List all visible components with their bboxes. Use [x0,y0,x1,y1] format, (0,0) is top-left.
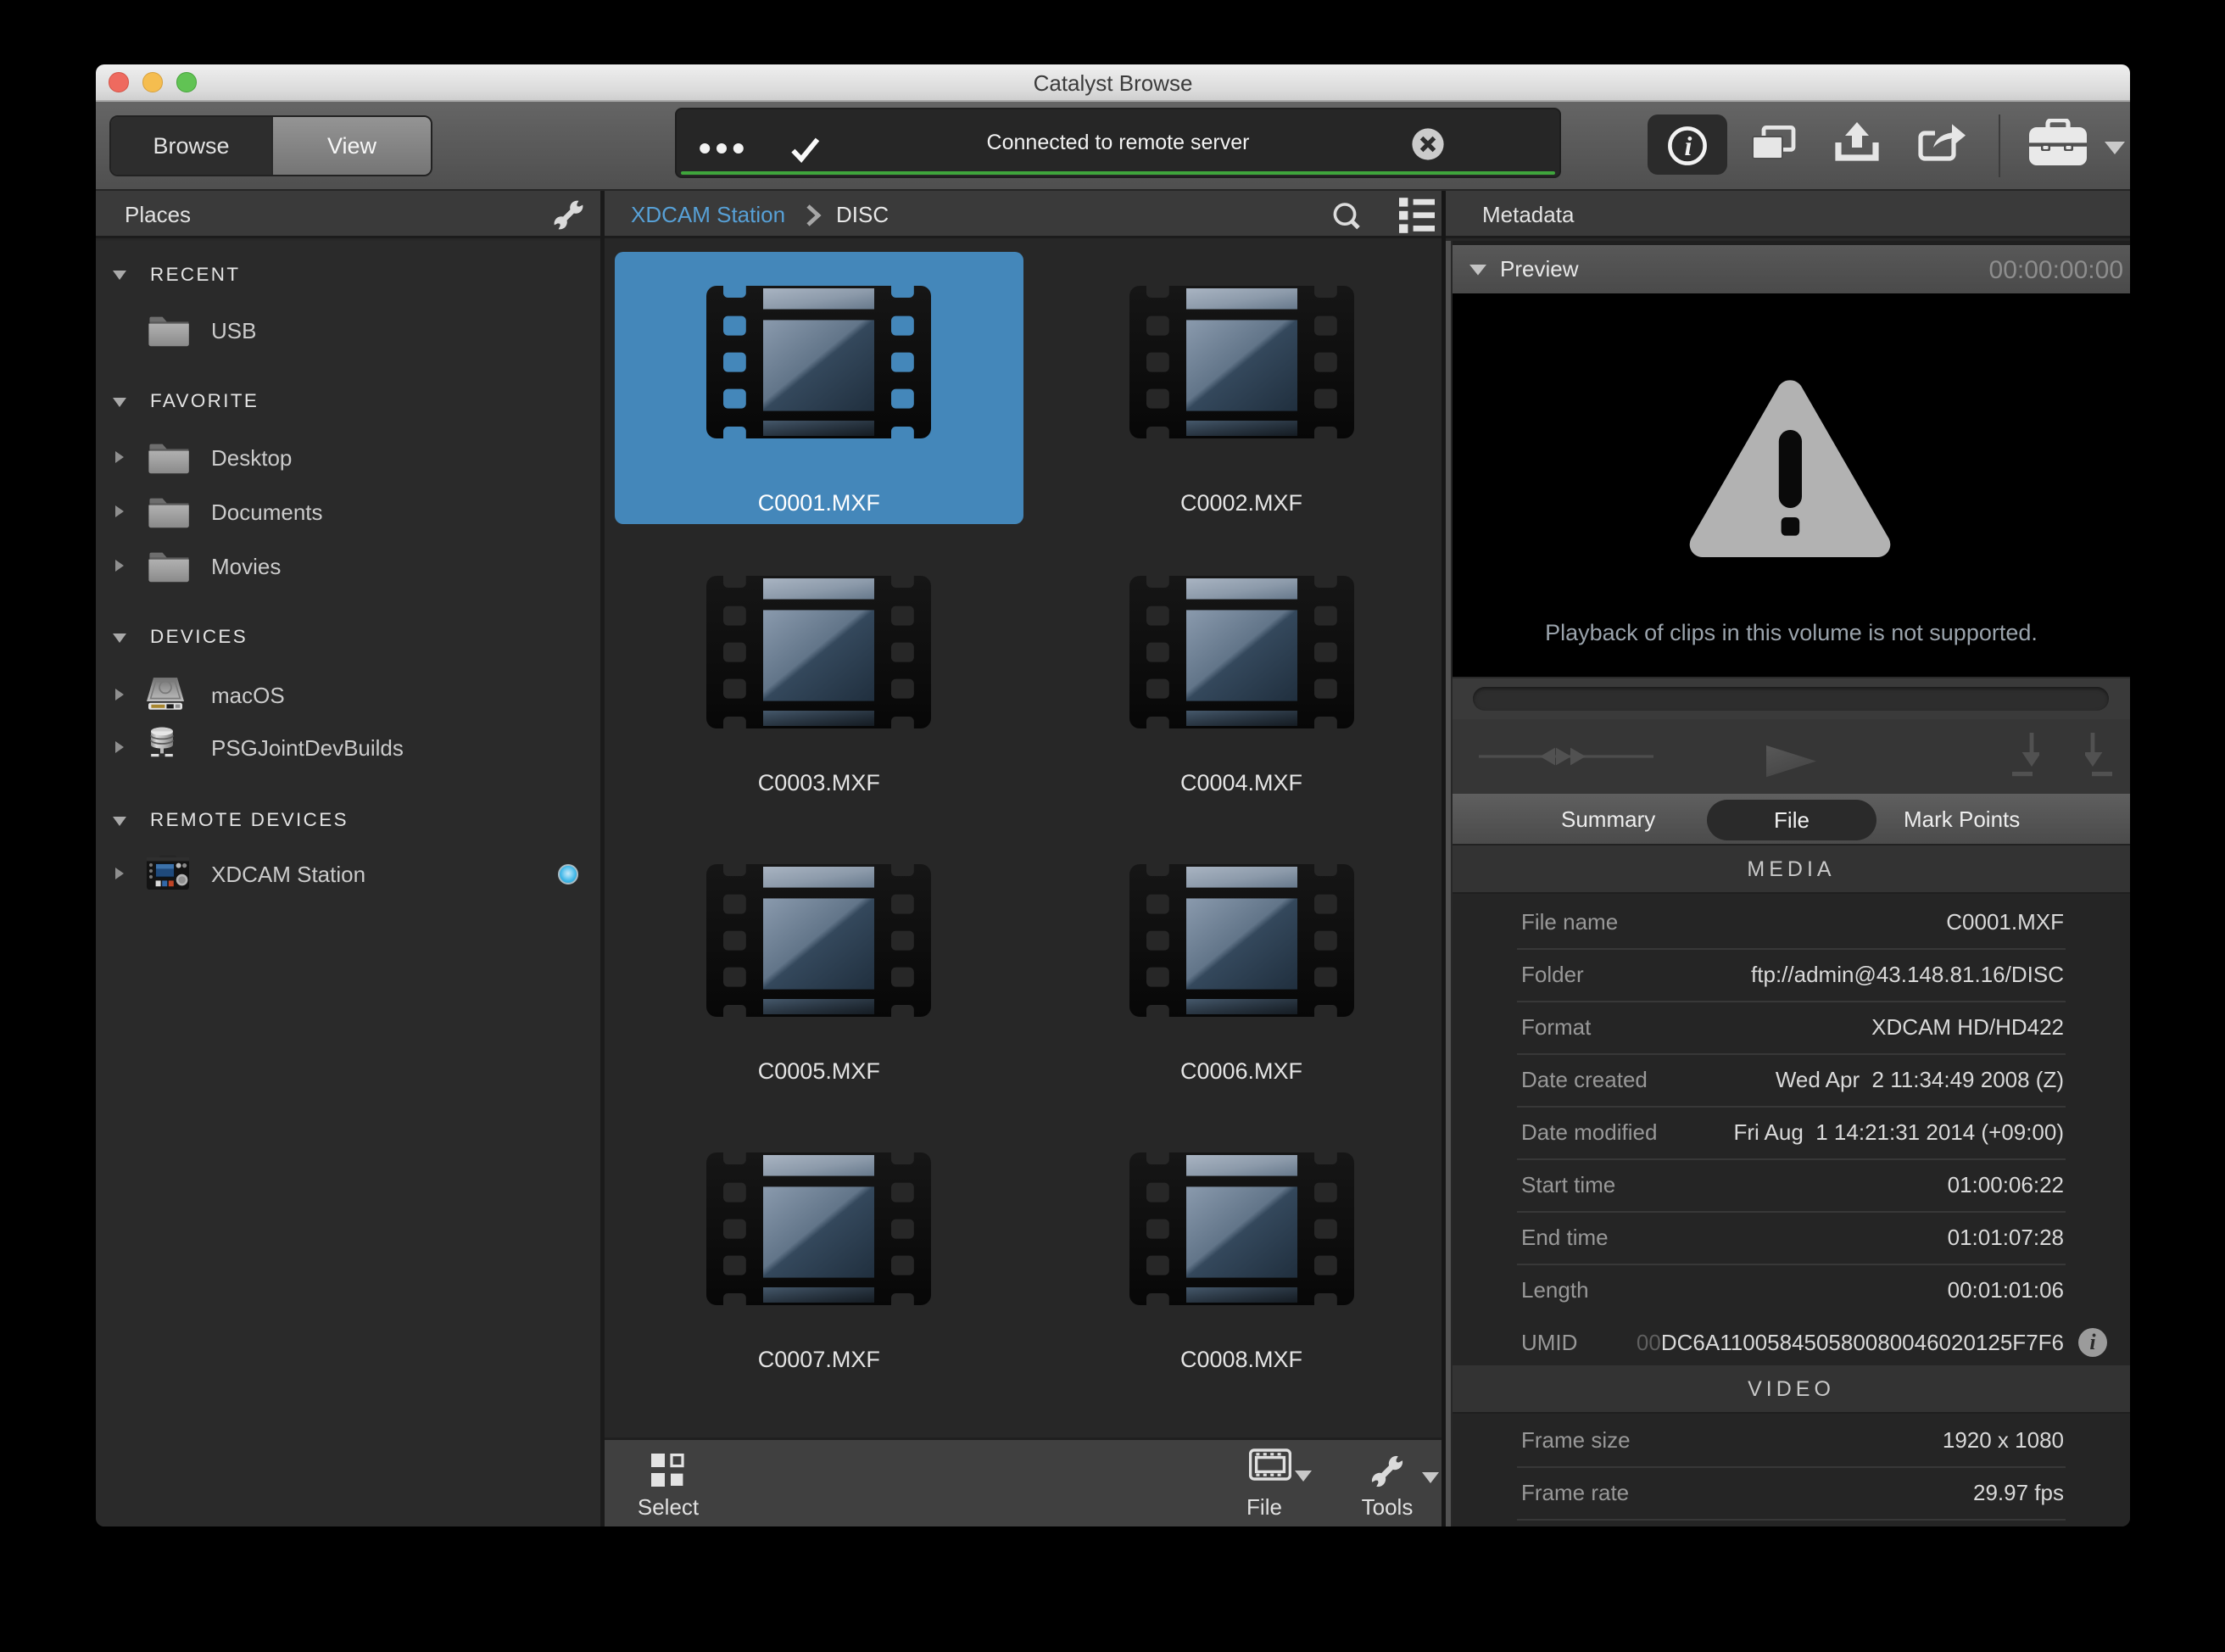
svg-text:i: i [1685,131,1692,161]
